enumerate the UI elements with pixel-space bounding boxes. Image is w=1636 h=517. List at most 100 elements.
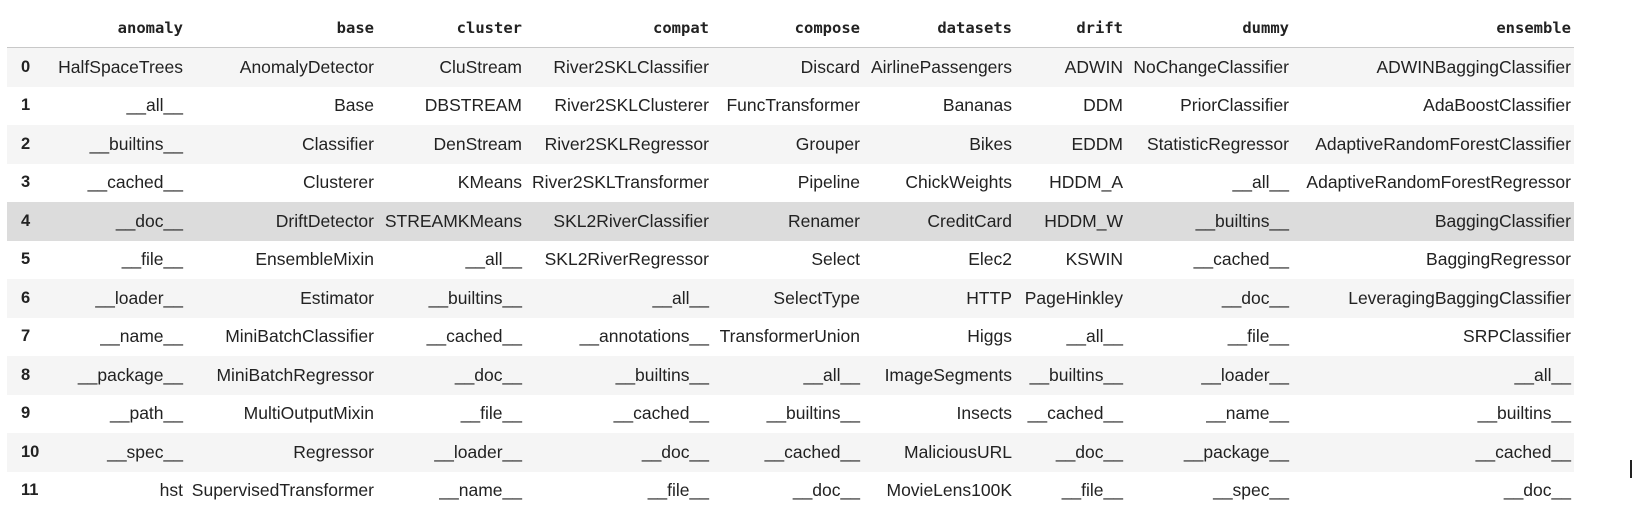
table-cell: Estimator	[300, 287, 374, 308]
table-cell: LeveragingBaggingClassifier	[1348, 287, 1571, 308]
table-row: 1 __all__ Base DBSTREAM River2SKLClusterer Fu…	[7, 86, 1574, 125]
table-cell: __loader__	[1201, 364, 1289, 385]
table-cell: DriftDetector	[275, 210, 374, 231]
table-cell: KSWIN	[1065, 249, 1123, 270]
table-cell: AdaBoostClassifier	[1423, 95, 1571, 116]
table-cell: __doc__	[115, 210, 183, 231]
table-cell: River2SKLClusterer	[554, 95, 709, 116]
table-row: 6 __loader__ Estimator __builtins__ __all__ S…	[7, 279, 1574, 318]
scroll-edge-marker	[1630, 460, 1632, 478]
column-header: drift	[1015, 8, 1126, 48]
table-cell: __all__	[803, 364, 860, 385]
table-cell: Clusterer	[303, 172, 374, 193]
column-header: dummy	[1126, 8, 1292, 48]
table-cell: KMeans	[457, 172, 522, 193]
table-cell: __builtins__	[89, 133, 183, 154]
column-header: base	[186, 8, 377, 48]
table-cell: River2SKLRegressor	[544, 133, 709, 154]
dataframe-table: anomaly base cluster compat compose data…	[7, 8, 1574, 510]
table-cell: SelectType	[773, 287, 860, 308]
table-cell: Bikes	[969, 133, 1012, 154]
table-row: 2 __builtins__ Classifier DenStream River2SK…	[7, 125, 1574, 164]
table-cell: __file__	[1061, 480, 1123, 501]
table-cell: Bananas	[942, 95, 1012, 116]
table-cell: MiniBatchRegressor	[216, 364, 374, 385]
table-cell: StatisticRegressor	[1147, 133, 1289, 154]
table-cell: HalfSpaceTrees	[58, 56, 183, 77]
table-cell: __doc__	[1055, 441, 1123, 462]
table-cell: __builtins__	[1029, 364, 1123, 385]
table-cell: EDDM	[1071, 133, 1123, 154]
table-cell: DDM	[1083, 95, 1123, 116]
table-cell: __spec__	[107, 441, 183, 462]
table-cell: __all__	[465, 249, 522, 270]
table-cell: __doc__	[641, 441, 709, 462]
table-cell: AnomalyDetector	[239, 56, 374, 77]
table-body: 0 HalfSpaceTrees AnomalyDetector CluStream R…	[7, 47, 1574, 510]
table-cell: SupervisedTransformer	[191, 480, 374, 501]
table-row: 8 __package__ MiniBatchRegressor __doc__ __b…	[7, 356, 1574, 395]
row-index: 1	[21, 96, 31, 115]
row-index: 0	[21, 57, 31, 76]
table-cell: MaliciousURL	[904, 441, 1012, 462]
table-cell: HDDM_W	[1044, 210, 1123, 231]
table-cell: __all__	[1514, 364, 1571, 385]
column-header: compat	[525, 8, 712, 48]
table-cell: HTTP	[966, 287, 1012, 308]
table-cell: __spec__	[1213, 480, 1289, 501]
table-cell: __file__	[121, 249, 183, 270]
table-header: anomaly base cluster compat compose data…	[7, 8, 1574, 48]
table-cell: __name__	[100, 326, 183, 347]
table-row: 7 __name__ MiniBatchClassifier __cached__ __…	[7, 317, 1574, 356]
table-row: 4 __doc__ DriftDetector STREAMKMeans SKL2Riv…	[7, 202, 1574, 241]
row-index: 8	[21, 365, 31, 384]
table-cell: __doc__	[1221, 287, 1289, 308]
table-cell: __builtins__	[1477, 403, 1571, 424]
table-cell: __path__	[110, 403, 183, 424]
table-cell: SRPClassifier	[1463, 326, 1571, 347]
table-cell: __cached__	[764, 441, 860, 462]
table-cell: DenStream	[433, 133, 522, 154]
table-cell: ChickWeights	[905, 172, 1012, 193]
row-index: 11	[21, 481, 39, 500]
table-cell: __doc__	[454, 364, 522, 385]
table-cell: SKL2RiverRegressor	[544, 249, 709, 270]
row-index: 5	[21, 250, 31, 269]
table-cell: BaggingClassifier	[1434, 210, 1571, 231]
table-cell: River2SKLClassifier	[553, 56, 709, 77]
table-row: 10 __spec__ Regressor __loader__ __doc__ __ca…	[7, 433, 1574, 472]
row-index: 10	[21, 442, 40, 461]
table-cell: __package__	[1183, 441, 1289, 462]
table-cell: __builtins__	[766, 403, 860, 424]
table-cell: __name__	[439, 480, 522, 501]
row-index: 3	[21, 173, 31, 192]
row-index: 6	[21, 288, 31, 307]
table-cell: Select	[811, 249, 860, 270]
table-cell: ADWIN	[1064, 56, 1123, 77]
table-cell: MultiOutputMixin	[243, 403, 374, 424]
table-row: 5 __file__ EnsembleMixin __all__ SKL2RiverRe…	[7, 240, 1574, 279]
table-cell: __cached__	[1475, 441, 1571, 462]
table-cell: __file__	[647, 480, 709, 501]
table-cell: Grouper	[795, 133, 860, 154]
table-cell: __package__	[77, 364, 183, 385]
table-cell: NoChangeClassifier	[1133, 56, 1289, 77]
table-cell: MovieLens100K	[886, 480, 1013, 501]
table-cell: __all__	[1066, 326, 1123, 347]
table-cell: __doc__	[1503, 480, 1571, 501]
table-cell: __cached__	[1193, 249, 1289, 270]
table-cell: __cached__	[1027, 403, 1123, 424]
row-index: 7	[21, 327, 31, 346]
table-cell: __builtins__	[1195, 210, 1289, 231]
row-index: 4	[21, 211, 31, 230]
column-header: ensemble	[1292, 8, 1574, 48]
column-header: cluster	[377, 8, 525, 48]
table-cell: FuncTransformer	[726, 95, 860, 116]
notebook-output-area: anomaly base cluster compat compose data…	[0, 0, 1636, 517]
table-cell: ImageSegments	[884, 364, 1012, 385]
table-cell: __builtins__	[428, 287, 522, 308]
table-row: 11 hst SupervisedTransformer __name__ __file…	[7, 471, 1574, 510]
table-cell: CluStream	[439, 56, 522, 77]
table-cell: River2SKLTransformer	[532, 172, 709, 193]
table-row: 0 HalfSpaceTrees AnomalyDetector CluStream R…	[7, 47, 1574, 87]
